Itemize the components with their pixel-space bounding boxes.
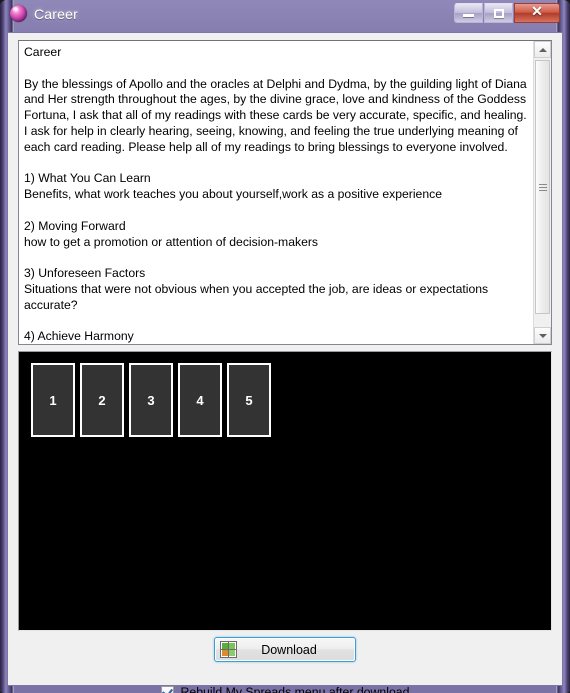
scrollbar-track[interactable] [534,58,551,327]
rebuild-checkbox-row[interactable]: Rebuild My Spreads menu after download [8,685,562,693]
spread-card[interactable]: 1 [31,363,75,437]
spread-grid-icon [220,641,237,658]
client-area: Career By the blessings of Apollo and th… [7,32,563,693]
window-title: Career [34,5,78,22]
download-button-label: Download [261,642,317,657]
spread-canvas-frame: 1 2 3 4 5 [18,351,552,631]
close-icon: ✕ [531,5,543,20]
application-window: Career ✕ Career By the blessings of Apol… [0,0,570,693]
scroll-up-icon [538,47,547,52]
title-bar[interactable]: Career ✕ [0,0,570,32]
maximize-icon [493,8,504,18]
scrollbar-grip-icon [538,183,547,191]
crystal-ball-icon [10,5,27,22]
close-button[interactable]: ✕ [514,3,560,23]
spread-card-label: 5 [245,392,253,408]
spread-card-label: 2 [98,392,106,408]
spread-card-label: 1 [49,392,57,408]
title-bar-left: Career [10,5,78,22]
spread-canvas[interactable]: 1 2 3 4 5 [21,354,549,628]
scrollbar-up-button[interactable] [534,41,551,58]
reading-text-panel: Career By the blessings of Apollo and th… [18,40,552,345]
reading-text[interactable]: Career By the blessings of Apollo and th… [19,41,533,344]
spread-card-label: 3 [147,392,155,408]
spread-card[interactable]: 5 [227,363,271,437]
download-button[interactable]: Download [214,637,356,662]
window-controls: ✕ [454,3,560,23]
scroll-down-icon [538,333,547,338]
checkmark-icon [161,685,173,693]
rebuild-checkbox[interactable] [160,685,174,693]
reading-scrollbar[interactable] [533,41,551,344]
spread-card[interactable]: 4 [178,363,222,437]
rebuild-checkbox-label: Rebuild My Spreads menu after download [180,685,410,693]
download-button-row: Download [8,637,562,662]
spread-card-label: 4 [196,392,204,408]
maximize-button[interactable] [484,3,513,23]
minimize-icon [463,14,474,17]
scrollbar-thumb[interactable] [535,60,550,314]
spread-card[interactable]: 2 [80,363,124,437]
scrollbar-down-button[interactable] [534,327,551,344]
spread-card[interactable]: 3 [129,363,173,437]
minimize-button[interactable] [454,3,483,23]
